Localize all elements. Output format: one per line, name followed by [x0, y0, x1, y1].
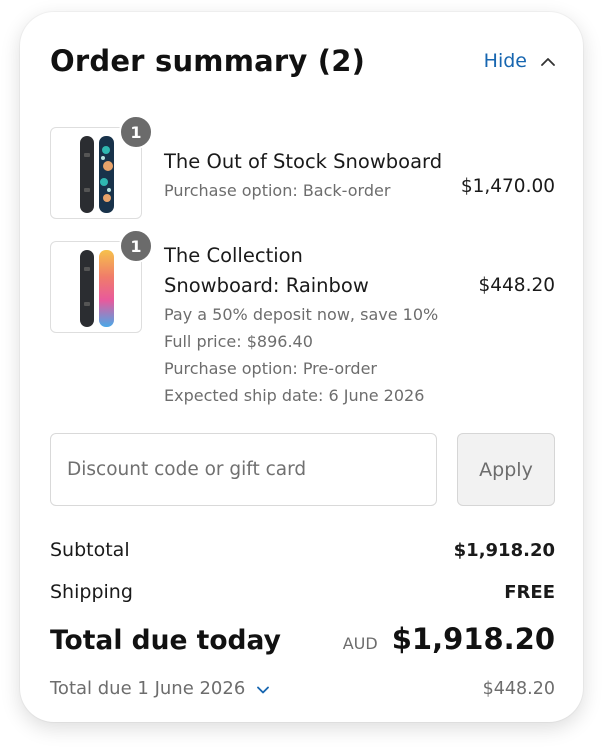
order-summary-header: Order summary (2) Hide: [50, 44, 555, 84]
product-price: $1,470.00: [460, 176, 555, 197]
product-name: The Collection Snowboard: Rainbow: [164, 244, 369, 297]
purchase-option: Purchase option: Pre-order: [164, 359, 377, 378]
line-item: 1 The Collection Snowboard: Rainbow Pay …: [50, 229, 555, 421]
quantity-badge: 1: [119, 115, 153, 149]
expected-ship-date: Expected ship date: 6 June 2026: [164, 386, 425, 405]
product-thumbnail: 1: [50, 229, 153, 333]
due-later-label: Total due 1 June 2026: [50, 678, 246, 699]
shipping-label: Shipping: [50, 581, 133, 603]
product-price: $448.20: [478, 275, 555, 296]
purchase-option: Purchase option: Back-order: [164, 181, 391, 200]
chevron-up-icon: [541, 57, 555, 66]
product-name: The Out of Stock Snowboard: [164, 150, 443, 173]
subtotal-label: Subtotal: [50, 539, 130, 561]
due-later-value: $448.20: [482, 678, 555, 699]
shipping-value: FREE: [504, 582, 555, 603]
total-due-label: Total due today: [50, 625, 281, 656]
subtotal-row: Subtotal $1,918.20: [50, 539, 555, 561]
apply-button[interactable]: Apply: [457, 433, 555, 506]
shipping-row: Shipping FREE: [50, 581, 555, 603]
line-item-details: The Out of Stock Snowboard Purchase opti…: [164, 147, 454, 204]
subtotal-value: $1,918.20: [453, 540, 555, 561]
hide-label: Hide: [483, 50, 527, 72]
discount-code-input[interactable]: [50, 433, 437, 506]
product-thumbnail: 1: [50, 115, 153, 219]
line-item-details: The Collection Snowboard: Rainbow Pay a …: [164, 241, 454, 409]
line-item: 1 The Out of Stock Snowboard Purchase op…: [50, 115, 555, 219]
discount-row: Apply: [50, 433, 555, 506]
total-due-row: Total due today AUD $1,918.20: [50, 622, 555, 656]
total-due-amount: AUD $1,918.20: [343, 622, 555, 656]
deposit-note: Pay a 50% deposit now, save 10%: [164, 305, 439, 324]
quantity-badge: 1: [119, 229, 153, 263]
due-later-row: Total due 1 June 2026 $448.20: [50, 678, 555, 699]
due-later-toggle[interactable]: Total due 1 June 2026: [50, 678, 270, 699]
order-summary-card: Order summary (2) Hide 1 The Out of Stoc…: [20, 12, 583, 722]
currency-code: AUD: [342, 634, 378, 653]
order-summary-title: Order summary (2): [50, 44, 366, 78]
full-price: Full price: $896.40: [164, 332, 313, 351]
total-due-value: $1,918.20: [391, 622, 555, 656]
chevron-down-icon: [257, 679, 270, 698]
hide-summary-toggle[interactable]: Hide: [484, 50, 555, 72]
